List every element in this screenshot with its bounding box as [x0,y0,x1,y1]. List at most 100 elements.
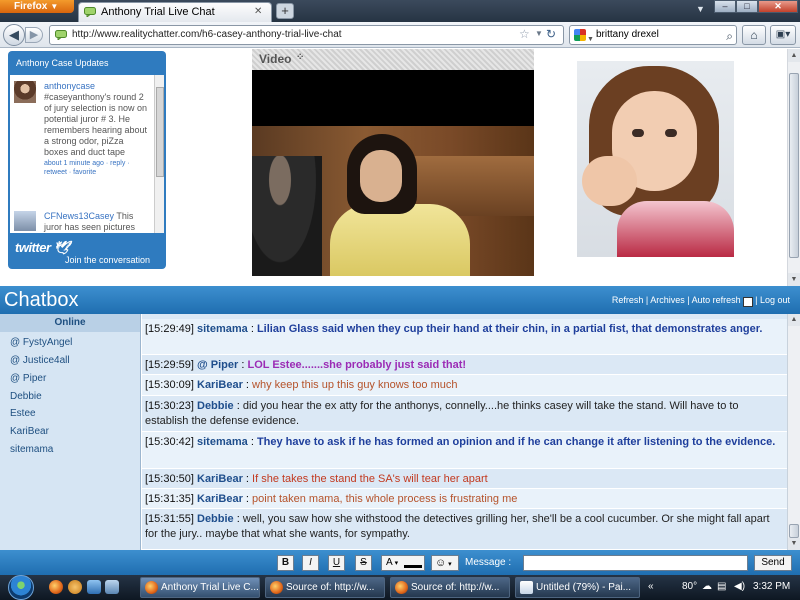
strikethrough-button[interactable]: S [355,555,372,571]
refresh-link[interactable]: Refresh [612,295,644,305]
video-player[interactable]: Video ⁘ [252,49,534,276]
message-author[interactable]: KariBear [197,493,243,505]
color-swatch [404,565,422,568]
tweet-list-scrollbar[interactable] [154,75,164,233]
archives-link[interactable]: Archives [650,295,685,305]
network-icon[interactable]: ▤ [717,581,726,592]
forward-arrow-icon[interactable]: ▶ [25,27,43,43]
message-author[interactable]: @ Piper [197,359,238,371]
avatar[interactable] [14,81,36,103]
page-scrollbar[interactable]: ▲ ▼ [787,49,800,286]
start-button[interactable] [8,575,34,600]
avatar[interactable] [14,211,36,231]
twitter-widget: Anthony Case Updates anthonycase #caseya… [8,51,166,269]
online-user[interactable]: @ Piper [10,373,46,384]
italic-button[interactable]: I [302,555,319,571]
show-desktop-icon[interactable] [87,580,101,594]
window-switcher-icon[interactable] [105,580,119,594]
reload-icon[interactable]: ↻ [546,27,556,41]
message-author[interactable]: sitemama [197,436,248,448]
scroll-down-arrow-icon[interactable]: ▼ [788,538,800,550]
tab-close-icon[interactable]: ✕ [254,7,265,18]
online-user[interactable]: @ FystyAngel [10,337,72,348]
underline-button[interactable]: U [328,555,345,571]
weather-icon[interactable]: ☁ [702,581,712,592]
smiley-button[interactable]: ☺ ▾ [431,555,459,571]
message-author[interactable]: Debbie [197,400,234,412]
scrollbar-thumb[interactable] [789,524,799,538]
tweet-item: anthonycase #caseyanthony's round 2 of j… [14,81,150,177]
chat-message: [15:31:55] Debbie : well, you saw how sh… [142,509,787,550]
browser-quicklaunch-icon[interactable] [68,580,82,594]
online-user[interactable]: Debbie [10,391,42,402]
chat-message: [15:30:50] KariBear : If she takes the s… [142,469,787,489]
firefox-icon [395,581,408,594]
tweet-user-link[interactable]: CFNews13Casey [44,211,114,221]
tab-anthony-trial-live-chat[interactable]: Anthony Trial Live Chat ✕ [78,2,272,22]
addon-toolbar-icon[interactable]: ▣▾ [770,25,796,45]
scroll-up-arrow-icon[interactable]: ▲ [788,314,800,326]
logout-link[interactable]: Log out [760,295,790,305]
chat-scrollbar[interactable]: ▲ ▼ [787,314,800,550]
back-arrow-icon[interactable]: ◀ [3,24,25,46]
text-color-letter: A [386,557,393,568]
taskbar-clock[interactable]: 3:32 PM [753,581,790,592]
taskbar-button[interactable]: Source of: http://w... [390,577,510,598]
list-all-tabs-icon[interactable]: ▼ [696,4,705,14]
bookmark-star-icon[interactable]: ☆ [519,27,530,41]
message-author[interactable]: KariBear [197,379,243,391]
close-window-button[interactable]: ✕ [758,0,798,13]
firefox-menu-button[interactable]: Firefox ▼ [0,0,74,13]
chat-message: [15:29:49] sitemama : Lilian Glass said … [142,319,787,355]
address-bar[interactable]: http://www.realitychatter.com/h6-casey-a… [49,25,564,45]
send-button[interactable]: Send [754,555,792,571]
url-history-dropdown-icon[interactable]: ▼ [535,29,543,38]
show-hidden-icons-icon[interactable]: « [648,581,654,592]
search-bar[interactable]: ▼ brittany drexel ⌕ [569,25,737,45]
message-text: well, you saw how she withstood the dete… [145,513,770,540]
color-dropdown-icon: ▾ [392,560,399,567]
scroll-down-arrow-icon[interactable]: ▼ [788,273,800,286]
chatbox-header: Chatbox Refresh | Archives | Auto refres… [0,286,800,314]
taskbar-button-label: Untitled (79%) - Pai... [536,582,632,593]
google-engine-icon[interactable] [574,29,586,41]
search-magnifier-icon[interactable]: ⌕ [726,27,733,45]
chat-input-toolbar: B I U S A ▾ ☺ ▾ Message : Send [0,550,800,575]
firefox-icon [270,581,283,594]
message-text: point taken mama, this whole process is … [252,493,518,505]
online-user[interactable]: sitemama [10,444,53,455]
message-timestamp: [15:29:59] [145,359,194,371]
browser-titlebar: Firefox ▼ Anthony Trial Live Chat ✕ + ▼ –… [0,0,800,22]
new-tab-button[interactable]: + [276,3,294,19]
scrollbar-thumb[interactable] [789,73,799,258]
tweet-user-link[interactable]: anthonycase [44,81,95,91]
tweet-meta-links[interactable]: about 1 minute ago · reply · retweet · f… [44,159,150,177]
home-icon[interactable]: ⌂ [742,25,766,45]
online-user[interactable]: Estee [10,408,36,419]
message-input[interactable] [523,555,748,571]
scrollbar-thumb[interactable] [156,87,164,177]
search-engine-dropdown-icon[interactable]: ▼ [587,31,594,49]
twitter-logo[interactable]: twitter 🕊 [15,240,70,256]
join-conversation-link[interactable]: Join the conversation [65,255,150,265]
taskbar-button[interactable]: Untitled (79%) - Pai... [515,577,640,598]
message-author[interactable]: sitemama [197,323,248,335]
message-timestamp: [15:31:55] [145,513,194,525]
tab-title: Anthony Trial Live Chat [101,6,215,18]
taskbar-button[interactable]: Source of: http://w... [265,577,385,598]
minimize-button[interactable]: – [714,0,736,13]
text-color-button[interactable]: A ▾ [381,555,425,571]
scroll-up-arrow-icon[interactable]: ▲ [788,49,800,62]
bold-button[interactable]: B [277,555,294,571]
taskbar-button[interactable]: Anthony Trial Live C... [140,577,260,598]
firefox-quicklaunch-icon[interactable] [49,580,63,594]
search-query: brittany drexel [596,29,659,40]
maximize-button[interactable]: □ [736,0,758,13]
online-user[interactable]: KariBear [10,426,49,437]
online-user[interactable]: @ Justice4all [10,355,70,366]
volume-icon[interactable]: ◀) [734,581,745,592]
message-author[interactable]: Debbie [197,513,234,525]
auto-refresh-checkbox[interactable]: ✓ [742,297,753,307]
weather-temperature[interactable]: 80° [682,581,697,592]
message-author[interactable]: KariBear [197,473,243,485]
